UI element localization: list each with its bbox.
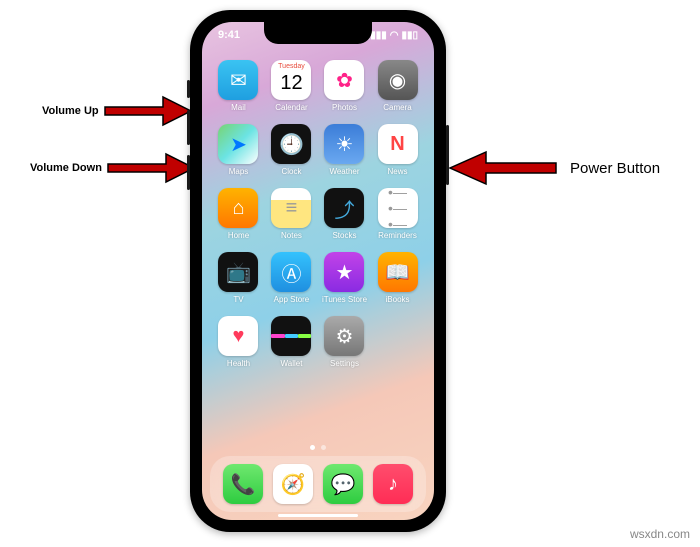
weather-icon: ☀ [324,124,364,164]
stocks-icon: ⤴ [324,188,364,228]
appstore-icon: Ⓐ [271,252,311,292]
annotation-volume-up-label: Volume Up [42,105,99,117]
app-mail[interactable]: ✉ Mail [216,60,261,112]
battery-icon: ▮▮▯ [401,30,418,41]
app-ibooks[interactable]: 📖 iBooks [375,252,420,304]
app-itunes[interactable]: ★ iTunes Store [322,252,367,304]
app-label: Wallet [280,359,302,368]
settings-icon: ⚙ [324,316,364,356]
page-indicator [310,445,326,450]
app-wallet[interactable]: Wallet [269,316,314,368]
app-appstore[interactable]: Ⓐ App Store [269,252,314,304]
app-label: TV [233,295,243,304]
app-reminders[interactable]: •—•—•— Reminders [375,188,420,240]
app-camera[interactable]: ◉ Camera [375,60,420,112]
maps-icon: ➤ [218,124,258,164]
annotation-volume-down: Volume Down [30,152,196,184]
page-dot [310,445,315,450]
app-home[interactable]: ⌂ Home [216,188,261,240]
mute-switch [187,80,190,98]
itunes-icon: ★ [324,252,364,292]
arrow-right-icon [103,95,193,127]
calendar-icon: Tuesday12 [271,60,311,100]
home-screen-apps: ✉Mail Tuesday12Calendar ✿Photos ◉Camera … [216,60,420,368]
app-label: Reminders [378,231,417,240]
app-tv[interactable]: 📺 TV [216,252,261,304]
volume-up-button[interactable] [187,110,190,145]
watermark: wsxdn.com [630,527,690,541]
app-label: Notes [281,231,302,240]
reminders-icon: •—•—•— [378,188,418,228]
annotation-power-button-label: Power Button [570,160,660,177]
app-label: Home [228,231,249,240]
notch [264,22,372,44]
app-label: Photos [332,103,357,112]
dock-messages[interactable]: 💬 [323,464,363,504]
app-label: Settings [330,359,359,368]
app-label: Maps [229,167,249,176]
dock: 📞 🧭 💬 ♪ [210,456,426,512]
app-label: Clock [281,167,301,176]
dock-safari[interactable]: 🧭 [273,464,313,504]
app-label: News [388,167,408,176]
arrow-left-icon [448,150,558,186]
volume-down-button[interactable] [187,155,190,190]
app-label: Camera [383,103,411,112]
app-calendar[interactable]: Tuesday12 Calendar [269,60,314,112]
power-button[interactable] [446,125,449,185]
app-photos[interactable]: ✿ Photos [322,60,367,112]
wallet-icon [271,316,311,356]
app-settings[interactable]: ⚙ Settings [322,316,367,368]
app-label: iBooks [386,295,410,304]
annotation-volume-up: Volume Up [42,95,193,127]
app-health[interactable]: ♥ Health [216,316,261,368]
status-time: 9:41 [218,29,240,41]
ibooks-icon: 📖 [378,252,418,292]
app-maps[interactable]: ➤ Maps [216,124,261,176]
health-icon: ♥ [218,316,258,356]
app-label: App Store [274,295,310,304]
app-stocks[interactable]: ⤴ Stocks [322,188,367,240]
home-icon: ⌂ [218,188,258,228]
app-weather[interactable]: ☀ Weather [322,124,367,176]
notes-icon: ≡ [271,188,311,228]
iphone-device: 9:41 ▮▮▮▮ ◠ ▮▮▯ ✉Mail Tuesday12Calendar … [190,10,446,532]
annotation-volume-down-label: Volume Down [30,162,102,174]
annotation-power-button: Power Button [448,150,660,186]
tv-icon: 📺 [218,252,258,292]
app-label: Calendar [275,103,307,112]
app-notes[interactable]: ≡ Notes [269,188,314,240]
dock-phone[interactable]: 📞 [223,464,263,504]
home-indicator[interactable] [278,514,358,517]
camera-icon: ◉ [378,60,418,100]
app-label: iTunes Store [322,295,367,304]
page-dot [321,445,326,450]
mail-icon: ✉ [218,60,258,100]
app-label: Health [227,359,250,368]
photos-icon: ✿ [324,60,364,100]
status-icons: ▮▮▮▮ ◠ ▮▮▯ [365,30,418,41]
app-news[interactable]: N News [375,124,420,176]
app-label: Weather [329,167,359,176]
dock-music[interactable]: ♪ [373,464,413,504]
clock-icon: 🕘 [271,124,311,164]
app-label: Stocks [332,231,356,240]
arrow-right-icon [106,152,196,184]
app-label: Mail [231,103,246,112]
wifi-icon: ◠ [390,30,399,41]
app-clock[interactable]: 🕘 Clock [269,124,314,176]
phone-screen: 9:41 ▮▮▮▮ ◠ ▮▮▯ ✉Mail Tuesday12Calendar … [202,22,434,520]
news-icon: N [378,124,418,164]
